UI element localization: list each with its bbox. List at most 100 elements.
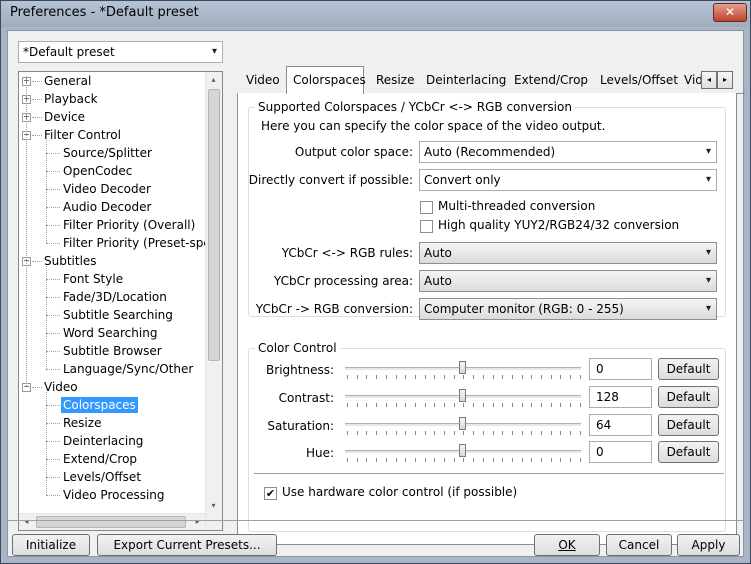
scroll-right-icon[interactable]: ▸ bbox=[190, 514, 205, 529]
slider-tick bbox=[424, 375, 426, 379]
settings-tree[interactable]: + General + Playback + Device − Filter Control S… bbox=[18, 71, 223, 531]
slider-tick bbox=[473, 375, 475, 379]
slider-tick bbox=[521, 431, 523, 435]
rgb-rules-label: YCbCr <-> RGB rules: bbox=[281, 246, 413, 260]
tree-vertical-scrollbar[interactable]: ▴ ▾ bbox=[205, 72, 222, 530]
tree-item[interactable]: Filter Priority (Overall) bbox=[61, 217, 197, 233]
initialize-button[interactable]: Initialize bbox=[12, 534, 90, 556]
high-quality-checkbox[interactable] bbox=[420, 220, 433, 233]
slider-tick bbox=[366, 431, 368, 435]
tab-colorspaces[interactable]: Colorspaces bbox=[286, 66, 366, 94]
tree-item[interactable]: Fade/3D/Location bbox=[61, 289, 169, 305]
slider-tick bbox=[482, 431, 484, 435]
tree-item[interactable]: Audio Decoder bbox=[61, 199, 153, 215]
chevron-down-icon: ▾ bbox=[705, 275, 711, 286]
direct-convert-select[interactable]: Convert only ▾ bbox=[419, 169, 717, 191]
rgb-rules-select[interactable]: Auto ▾ bbox=[419, 242, 717, 264]
slider-tick bbox=[356, 431, 358, 435]
tab-scroll-right-icon[interactable]: ▸ bbox=[717, 71, 733, 89]
tree-item[interactable]: Filter Control bbox=[42, 127, 123, 143]
tree-item[interactable]: OpenCodec bbox=[61, 163, 134, 179]
color-value-input[interactable]: 64 bbox=[589, 414, 652, 436]
export-presets-button[interactable]: Export Current Presets... bbox=[97, 534, 277, 556]
default-button-label: Default bbox=[666, 362, 711, 376]
slider-thumb[interactable] bbox=[459, 417, 466, 430]
tree-item[interactable]: Subtitle Searching bbox=[61, 307, 175, 323]
color-value-input[interactable]: 0 bbox=[589, 441, 652, 463]
chevron-down-icon: ▾ bbox=[705, 247, 711, 258]
tree-connector bbox=[46, 459, 60, 460]
tree-item[interactable]: Filter Priority (Preset-specifi bbox=[61, 235, 222, 251]
slider-tick bbox=[424, 403, 426, 407]
tree-item[interactable]: Video bbox=[42, 379, 80, 395]
preset-select[interactable]: *Default preset ▾ bbox=[18, 41, 223, 63]
tab-video[interactable]: Video bbox=[240, 69, 286, 93]
close-icon[interactable]: ✕ bbox=[713, 3, 747, 22]
tree-root-line bbox=[26, 76, 27, 386]
tree-item[interactable]: Deinterlacing bbox=[61, 433, 145, 449]
output-color-space-select[interactable]: Auto (Recommended) ▾ bbox=[419, 141, 717, 163]
tab-deinterlacing[interactable]: Deinterlacing bbox=[420, 69, 512, 93]
slider-thumb[interactable] bbox=[459, 389, 466, 402]
default-button-label: Default bbox=[666, 445, 711, 459]
tree-item[interactable]: Language/Sync/Other bbox=[61, 361, 195, 377]
title-bar[interactable]: Preferences - *Default preset ✕ bbox=[1, 1, 750, 27]
high-quality-label[interactable]: High quality YUY2/RGB24/32 conversion bbox=[438, 218, 679, 232]
default-button[interactable]: Default bbox=[658, 358, 719, 380]
preferences-window: Preferences - *Default preset ✕ *Default… bbox=[0, 0, 751, 564]
slider-thumb[interactable] bbox=[459, 361, 466, 374]
tab-resize[interactable]: Resize bbox=[370, 69, 420, 93]
hardware-color-label[interactable]: Use hardware color control (if possible) bbox=[282, 485, 517, 499]
tree-connector bbox=[46, 207, 60, 208]
slider-tick bbox=[482, 403, 484, 407]
processing-area-select[interactable]: Auto ▾ bbox=[419, 270, 717, 292]
slider-thumb[interactable] bbox=[459, 444, 466, 457]
ok-button[interactable]: OK bbox=[534, 534, 600, 556]
rgb-conversion-select[interactable]: Computer monitor (RGB: 0 - 255) ▾ bbox=[419, 298, 717, 320]
tree-item[interactable]: Font Style bbox=[61, 271, 125, 287]
slider-tick bbox=[482, 375, 484, 379]
tree-item[interactable]: Playback bbox=[42, 91, 100, 107]
direct-convert-label: Directly convert if possible: bbox=[248, 173, 413, 187]
tree-item[interactable]: Levels/Offset bbox=[61, 469, 143, 485]
tree-connector bbox=[46, 369, 60, 370]
tree-item[interactable]: Video Processing bbox=[61, 487, 167, 503]
tree-item[interactable]: General bbox=[42, 73, 93, 89]
default-button[interactable]: Default bbox=[658, 386, 719, 408]
chevron-down-icon: ▾ bbox=[705, 174, 711, 185]
slider-tick bbox=[444, 403, 445, 407]
scroll-left-icon[interactable]: ◂ bbox=[19, 514, 34, 529]
default-button-label: Default bbox=[666, 390, 711, 404]
tree-item[interactable]: Subtitle Browser bbox=[61, 343, 164, 359]
color-value-input[interactable]: 128 bbox=[589, 386, 652, 408]
cancel-button[interactable]: Cancel bbox=[606, 534, 672, 556]
default-button[interactable]: Default bbox=[658, 414, 719, 436]
tree-hscroll-thumb[interactable] bbox=[36, 516, 186, 528]
tree-item[interactable]: Video Decoder bbox=[61, 181, 153, 197]
tree-item[interactable]: Resize bbox=[61, 415, 103, 431]
tree-item[interactable]: Device bbox=[42, 109, 87, 125]
tree-horizontal-scrollbar[interactable]: ◂ ▸ bbox=[19, 513, 205, 530]
check-icon: ✔ bbox=[265, 487, 276, 500]
multithreaded-label[interactable]: Multi-threaded conversion bbox=[438, 199, 595, 213]
hardware-color-checkbox[interactable]: ✔ bbox=[264, 487, 277, 500]
tree-item[interactable]: Extend/Crop bbox=[61, 451, 139, 467]
output-color-space-label: Output color space: bbox=[294, 145, 413, 159]
multithreaded-checkbox[interactable] bbox=[420, 201, 433, 214]
slider-tick bbox=[366, 375, 368, 379]
tree-item[interactable]: Subtitles bbox=[42, 253, 99, 269]
tree-item[interactable]: Source/Splitter bbox=[61, 145, 154, 161]
tree-scroll-thumb[interactable] bbox=[208, 89, 220, 361]
scroll-down-icon[interactable]: ▾ bbox=[206, 498, 221, 513]
color-value-input[interactable]: 0 bbox=[589, 358, 652, 380]
tab-extend-crop[interactable]: Extend/Crop bbox=[508, 69, 594, 93]
tab-scroll-left-icon[interactable]: ◂ bbox=[701, 71, 717, 89]
scroll-up-icon[interactable]: ▴ bbox=[206, 72, 221, 87]
tab-levels-offset[interactable]: Levels/Offset bbox=[594, 69, 684, 93]
tree-item[interactable]: Word Searching bbox=[61, 325, 159, 341]
tree-item[interactable]: Colorspaces bbox=[61, 397, 138, 413]
slider-tick bbox=[521, 458, 523, 462]
slider-tick bbox=[347, 375, 348, 379]
apply-button[interactable]: Apply bbox=[677, 534, 740, 556]
default-button[interactable]: Default bbox=[658, 441, 719, 463]
